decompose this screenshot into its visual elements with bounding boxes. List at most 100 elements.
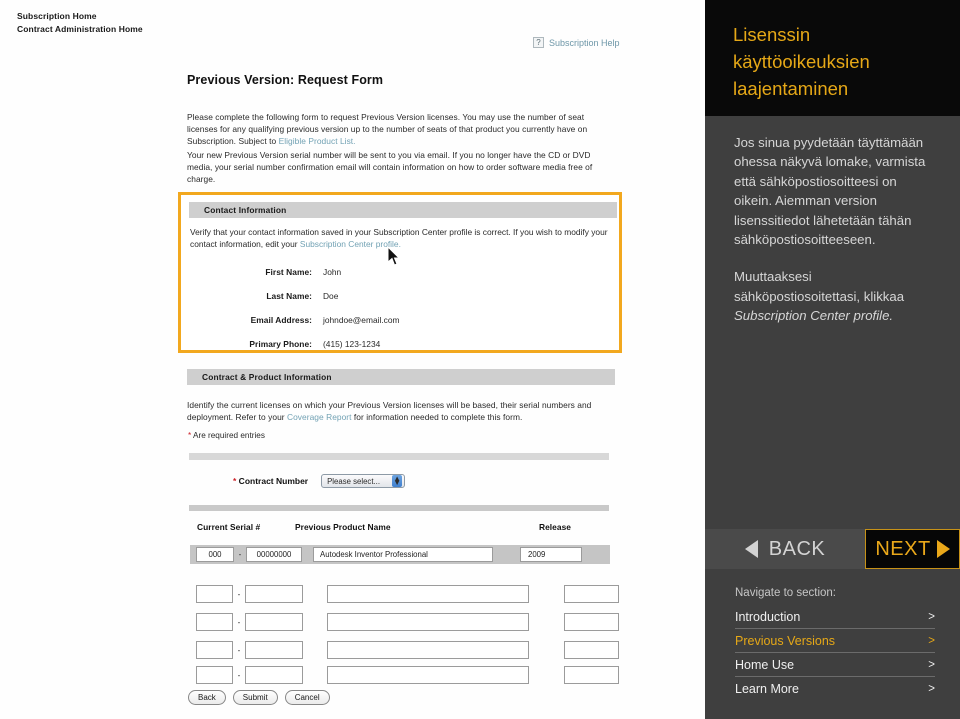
contract-number-select[interactable]: Please select... ▲ ▼ xyxy=(321,474,406,488)
breadcrumb-item-contract-admin-home[interactable]: Contract Administration Home xyxy=(17,23,143,36)
eligible-product-list-link[interactable]: Eligible Product List. xyxy=(279,136,356,146)
next-nav-button[interactable]: NEXT xyxy=(865,529,960,569)
sidebar-item-introduction-label: Introduction xyxy=(735,609,801,624)
sidebar-body: Jos sinua pyydetään täyttämään ohessa nä… xyxy=(734,133,934,326)
product-name-input[interactable]: Autodesk Inventor Professional xyxy=(313,547,493,562)
subscription-center-profile-link[interactable]: Subscription Center profile. xyxy=(300,239,401,249)
coverage-report-link[interactable]: Coverage Report xyxy=(287,412,352,422)
table-row-filled: 000 - 00000000 Autodesk Inventor Profess… xyxy=(190,545,610,564)
cancel-button[interactable]: Cancel xyxy=(284,690,330,705)
table-row-empty: - xyxy=(196,666,619,684)
chevron-right-icon: > xyxy=(928,683,935,695)
release-input-empty[interactable] xyxy=(564,641,619,659)
divider-top xyxy=(189,453,609,460)
breadcrumb-item-subscription-home[interactable]: Subscription Home xyxy=(17,10,143,23)
question-mark-icon: ? xyxy=(533,37,544,48)
sidebar-item-learn-more[interactable]: Learn More > xyxy=(735,677,935,701)
serial-dash-separator: - xyxy=(237,670,241,680)
table-row-empty: - xyxy=(196,641,619,659)
sidebar-item-home-use-label: Home Use xyxy=(735,657,795,672)
serial-dash-separator: - xyxy=(237,645,241,655)
slide-page: Subscription Home Contract Administratio… xyxy=(0,0,960,719)
field-email-address-label: Email Address: xyxy=(250,315,312,325)
contact-information-heading: Contact Information xyxy=(189,202,617,218)
field-first-name-label: First Name: xyxy=(265,267,312,277)
serial-prefix-input[interactable]: 000 xyxy=(196,547,234,562)
serial-dash-separator: - xyxy=(237,617,241,627)
contract-description-text-b: for information needed to complete this … xyxy=(351,411,523,422)
column-header-release: Release xyxy=(539,522,572,532)
serial-suffix-input[interactable]: 00000000 xyxy=(246,547,302,562)
contract-product-description: Identify the current licenses on which y… xyxy=(187,400,609,424)
table-row-empty: - xyxy=(196,613,619,631)
product-name-input-empty[interactable] xyxy=(327,613,529,631)
navigation-buttons: BACK NEXT xyxy=(705,529,960,569)
field-primary-phone: Primary Phone: (415) 123-1234 xyxy=(190,339,380,349)
chevron-right-icon: > xyxy=(928,634,935,647)
sidebar-item-previous-versions[interactable]: Previous Versions > xyxy=(735,629,935,653)
serial-suffix-input-empty[interactable] xyxy=(245,613,303,631)
release-input[interactable]: 2009 xyxy=(520,547,582,562)
next-nav-label: NEXT xyxy=(875,537,931,560)
intro-paragraph-1-text: Please complete the following form to re… xyxy=(187,112,588,146)
serial-prefix-input-empty[interactable] xyxy=(196,585,233,603)
sidebar: Lisenssin käyttöoikeuksien laajentaminen… xyxy=(705,0,960,719)
serial-prefix-input-empty[interactable] xyxy=(196,666,233,684)
divider-bottom xyxy=(189,505,609,511)
contact-information-heading-label: Contact Information xyxy=(204,205,287,215)
field-email-address: Email Address: johndoe@email.com xyxy=(190,315,400,325)
release-input-empty[interactable] xyxy=(564,666,619,684)
sidebar-item-learn-more-label: Learn More xyxy=(735,682,799,696)
chevron-updown-icon: ▲ ▼ xyxy=(392,474,403,487)
serial-dash-separator: - xyxy=(238,550,242,559)
serial-prefix-input-empty[interactable] xyxy=(196,613,233,631)
submit-button[interactable]: Submit xyxy=(232,690,278,705)
sidebar-item-home-use[interactable]: Home Use > xyxy=(735,653,935,677)
required-entries-text: Are required entries xyxy=(191,431,265,440)
application-screenshot: Subscription Home Contract Administratio… xyxy=(0,0,705,719)
sidebar-item-previous-versions-label: Previous Versions xyxy=(735,633,836,648)
field-first-name: First Name: John xyxy=(190,267,341,277)
release-input-empty[interactable] xyxy=(564,585,619,603)
contract-product-heading-label: Contract & Product Information xyxy=(202,372,332,382)
field-first-name-value: John xyxy=(323,267,342,277)
product-name-input-empty[interactable] xyxy=(327,641,529,659)
column-header-current-serial: Current Serial # xyxy=(197,522,261,532)
contract-number-select-value: Please select... xyxy=(327,476,380,486)
field-primary-phone-label: Primary Phone: xyxy=(249,339,312,349)
serial-suffix-input-empty[interactable] xyxy=(245,666,303,684)
intro-paragraph-2: Your new Previous Version serial number … xyxy=(187,150,593,184)
product-name-input-empty[interactable] xyxy=(327,585,529,603)
required-entries-note: * Are required entries xyxy=(188,431,265,440)
contract-number-label-text: Contract Number xyxy=(236,476,309,486)
sidebar-paragraph-2-emphasis: Subscription Center profile. xyxy=(734,308,894,324)
navigate-caption: Navigate to section: xyxy=(735,587,837,599)
sidebar-paragraph-2: Muuttaaksesi sähköpostiosoitettasi, klik… xyxy=(734,267,934,325)
field-last-name: Last Name: Doe xyxy=(190,291,338,301)
arrow-right-icon xyxy=(936,540,950,558)
form-action-buttons: Back Submit Cancel xyxy=(188,690,330,705)
chevron-right-icon: > xyxy=(928,610,935,623)
serial-suffix-input-empty[interactable] xyxy=(245,585,303,603)
sidebar-paragraph-2-text: Muuttaaksesi sähköpostiosoitettasi, klik… xyxy=(734,269,905,304)
field-email-address-value: johndoe@email.com xyxy=(323,315,400,325)
field-last-name-value: Doe xyxy=(323,291,339,301)
serial-prefix-input-empty[interactable] xyxy=(196,641,233,659)
serial-dash-separator: - xyxy=(237,589,241,599)
page-title: Previous Version: Request Form xyxy=(187,73,384,87)
mouse-cursor-icon xyxy=(388,247,401,266)
sidebar-title-block: Lisenssin käyttöoikeuksien laajentaminen xyxy=(705,0,960,116)
contract-number-row: * Contract Number Please select... ▲ ▼ xyxy=(233,474,406,488)
back-button[interactable]: Back xyxy=(188,690,226,705)
sidebar-item-introduction[interactable]: Introduction > xyxy=(735,605,935,629)
subscription-help[interactable]: ? Subscription Help xyxy=(533,37,620,48)
contract-product-heading: Contract & Product Information xyxy=(187,369,615,385)
subscription-help-link[interactable]: Subscription Help xyxy=(549,38,620,48)
navigate-to-section: Navigate to section: Introduction > Prev… xyxy=(735,587,935,701)
release-input-empty[interactable] xyxy=(564,613,619,631)
serial-suffix-input-empty[interactable] xyxy=(245,641,303,659)
back-nav-button[interactable]: BACK xyxy=(705,529,865,569)
breadcrumb: Subscription Home Contract Administratio… xyxy=(17,10,143,36)
contact-information-panel: Contact Information Verify that your con… xyxy=(178,192,622,353)
product-name-input-empty[interactable] xyxy=(327,666,529,684)
